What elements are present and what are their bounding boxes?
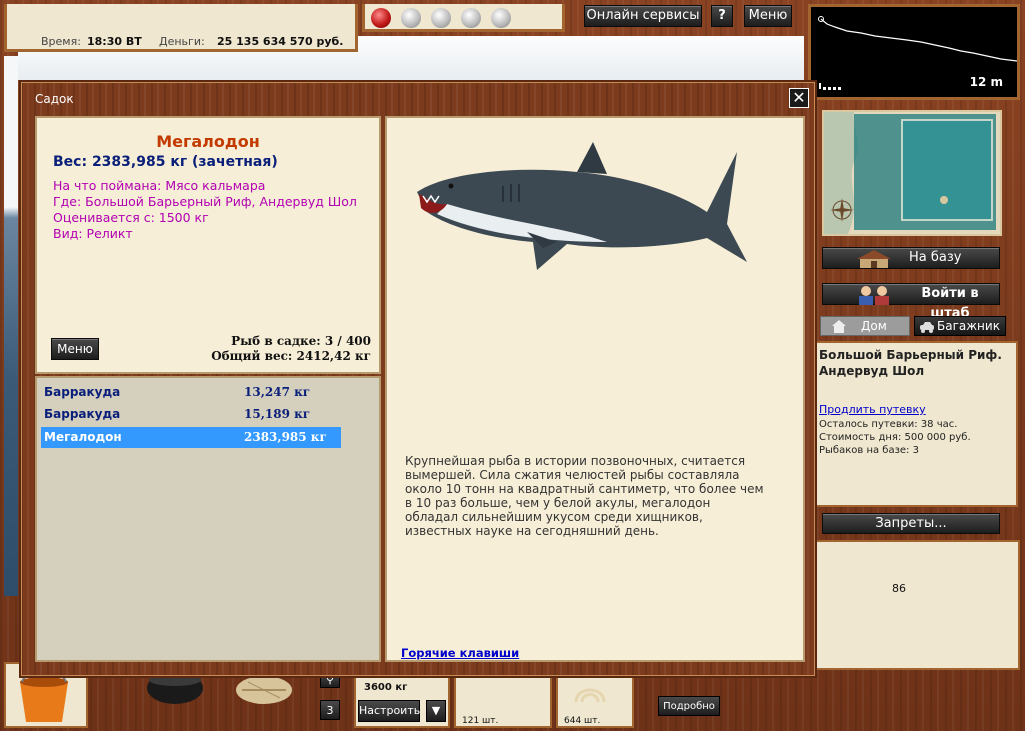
fish-weight: Вес: 2383,985 кг (зачетная) xyxy=(53,154,278,170)
list-item-selected[interactable]: Мегалодон 2383,985 кг xyxy=(41,427,341,448)
keepnet-dialog: Садок ✕ Мегалодон Вес: 2383,985 кг (заче… xyxy=(19,80,817,678)
rope-icon xyxy=(570,676,610,709)
location-map[interactable] xyxy=(822,110,1002,236)
bans-button[interactable]: Запреты... xyxy=(822,513,1000,534)
list-item-name: Барракуда xyxy=(44,407,121,421)
inventory-slot-rope[interactable]: 644 шт. xyxy=(556,670,634,728)
depth-value: 12 m xyxy=(969,75,1003,89)
bottom-number: 86 xyxy=(892,582,906,595)
hotkeys-link[interactable]: Горячие клавиши xyxy=(401,646,519,660)
fish-description-panel: Крупнейшая рыба в истории позвоночных, с… xyxy=(385,116,805,662)
help-button[interactable]: ? xyxy=(711,5,733,27)
permit-hours-left: Осталось путевки: 38 час. xyxy=(819,419,958,430)
people-icon xyxy=(855,285,893,305)
fish-description: Крупнейшая рыба в истории позвоночных, с… xyxy=(405,454,764,538)
list-item-weight: 15,189 кг xyxy=(244,407,311,421)
depth-graph: 12 m xyxy=(808,4,1020,100)
home-icon xyxy=(831,319,847,336)
bait-icon[interactable] xyxy=(431,8,451,28)
fish-bait: На что поймана: Мясо кальмара xyxy=(53,178,266,193)
fish-name: Мегалодон xyxy=(156,132,260,151)
fish-type: Вид: Реликт xyxy=(53,226,133,241)
location-name: Большой Барьерный Риф. Андервуд Шол xyxy=(819,348,1002,378)
bait-icon[interactable] xyxy=(461,8,481,28)
location-panel: Большой Барьерный Риф. Андервуд Шол Прод… xyxy=(815,341,1018,507)
details-button[interactable]: Подробно xyxy=(658,696,720,716)
setup-button[interactable]: Настроить xyxy=(358,700,420,722)
sea-background-left xyxy=(4,56,18,596)
tab-home[interactable]: Дом xyxy=(820,316,910,336)
bait-icon[interactable] xyxy=(491,8,511,28)
line-count: 121 шт. xyxy=(462,716,499,726)
fish-location: Где: Большой Барьерный Риф, Андервуд Шол xyxy=(53,194,357,209)
main-menu-button[interactable]: Меню xyxy=(744,5,792,27)
extend-permit-link[interactable]: Продлить путевку xyxy=(819,403,926,416)
tab-trunk[interactable]: Багажник xyxy=(914,316,1006,336)
list-item[interactable]: Барракуда 15,189 кг xyxy=(41,404,341,425)
list-item-name: Мегалодон xyxy=(44,430,122,444)
to-base-button[interactable]: На базу xyxy=(822,247,1000,269)
triangle-down-icon: ▼ xyxy=(431,704,441,717)
list-item-weight: 13,247 кг xyxy=(244,385,311,399)
dropdown-toggle[interactable]: ▼ xyxy=(426,700,446,722)
fish-menu-button[interactable]: Меню xyxy=(51,338,99,360)
bait-icon-active[interactable] xyxy=(371,8,391,28)
money-value: 25 135 634 570 руб. xyxy=(217,35,344,48)
time-value: 18:30 ВТ xyxy=(87,35,142,48)
anglers-count: Рыбаков на базе: 3 xyxy=(819,445,919,456)
close-button[interactable]: ✕ xyxy=(789,88,809,108)
bait-icon[interactable] xyxy=(401,8,421,28)
day-cost: Стоимость дня: 500 000 руб. xyxy=(819,432,971,443)
fish-valued-from: Оценивается с: 1500 кг xyxy=(53,210,209,225)
keepnet-count: Рыб в садке: 3 / 400 xyxy=(231,334,371,348)
list-item[interactable]: Барракуда 13,247 кг xyxy=(41,382,341,403)
tab-trunk-label: Багажник xyxy=(937,319,1000,333)
tab-home-label: Дом xyxy=(861,319,887,333)
money-label: Деньги: xyxy=(159,35,205,48)
to-base-label: На базу xyxy=(909,250,962,265)
slot-number-3[interactable]: 3 xyxy=(320,700,340,720)
house-icon xyxy=(855,249,893,269)
bait-slots xyxy=(362,4,565,32)
list-item-weight: 2383,985 кг xyxy=(244,430,327,444)
inventory-slot-line[interactable]: 121 шт. xyxy=(454,670,552,728)
rope-count: 644 шт. xyxy=(564,716,601,726)
enter-hq-button[interactable]: Войти в штаб xyxy=(822,283,1000,321)
list-item-name: Барракуда xyxy=(44,385,121,399)
dialog-title: Садок xyxy=(35,92,74,106)
close-icon: ✕ xyxy=(792,88,806,107)
time-label: Время: xyxy=(41,35,81,48)
bucket-icon xyxy=(16,670,72,727)
map-illustration xyxy=(824,112,1000,234)
fish-info-panel: Мегалодон Вес: 2383,985 кг (зачетная) На… xyxy=(35,116,381,374)
fish-list: Барракуда 13,247 кг Барракуда 15,189 кг … xyxy=(35,376,381,662)
boat-weight: 3600 кг xyxy=(364,682,408,693)
keepnet-total-weight: Общий вес: 2412,42 кг xyxy=(211,349,371,363)
car-icon xyxy=(919,321,935,336)
online-services-button[interactable]: Онлайн сервисы xyxy=(584,5,702,27)
shark-image xyxy=(407,142,747,272)
status-bar: Время: 18:30 ВТ Деньги: 25 135 634 570 р… xyxy=(4,4,358,52)
